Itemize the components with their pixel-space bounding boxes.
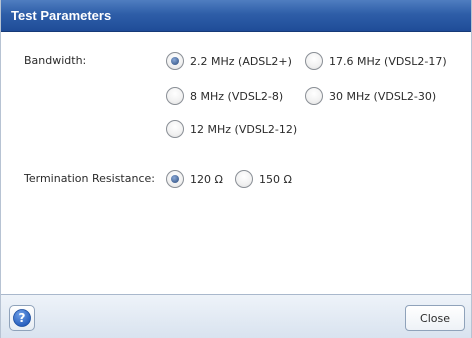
radio-label: 17.6 MHz (VDSL2-17)	[329, 54, 447, 68]
close-button[interactable]: Close	[405, 305, 465, 331]
radio-label: 120 Ω	[190, 172, 223, 186]
bandwidth-option-12mhz[interactable]: 12 MHz (VDSL2-12)	[166, 120, 297, 138]
radio-selected-icon	[166, 170, 184, 188]
radio-label: 12 MHz (VDSL2-12)	[190, 122, 298, 136]
dialog-title: Test Parameters	[11, 8, 112, 23]
radio-label: 30 MHz (VDSL2-30)	[329, 89, 437, 103]
radio-unselected-icon	[235, 170, 253, 188]
title-bar: Test Parameters	[1, 0, 471, 32]
radio-label: 8 MHz (VDSL2-8)	[190, 89, 284, 103]
termination-option-120[interactable]: 120 Ω	[166, 170, 223, 188]
termination-option-150[interactable]: 150 Ω	[235, 170, 292, 188]
svg-text:?: ?	[19, 311, 26, 325]
radio-unselected-icon	[166, 87, 184, 105]
termination-label: Termination Resistance:	[24, 172, 155, 185]
bandwidth-option-2-2mhz[interactable]: 2.2 MHz (ADSL2+)	[166, 52, 292, 70]
help-button[interactable]: ?	[9, 305, 35, 331]
radio-selected-icon	[166, 52, 184, 70]
bandwidth-option-17-6mhz[interactable]: 17.6 MHz (VDSL2-17)	[305, 52, 447, 70]
test-parameters-dialog: Test Parameters Bandwidth: 2.2 MHz (ADSL…	[0, 0, 472, 338]
radio-unselected-icon	[305, 87, 323, 105]
dialog-footer: ? Close	[1, 294, 471, 338]
bandwidth-option-8mhz[interactable]: 8 MHz (VDSL2-8)	[166, 87, 283, 105]
radio-label: 150 Ω	[259, 172, 292, 186]
radio-label: 2.2 MHz (ADSL2+)	[190, 54, 292, 68]
help-icon: ?	[13, 309, 31, 327]
dialog-content: Bandwidth: 2.2 MHz (ADSL2+) 17.6 MHz (VD…	[1, 32, 471, 294]
bandwidth-option-30mhz[interactable]: 30 MHz (VDSL2-30)	[305, 87, 436, 105]
radio-unselected-icon	[305, 52, 323, 70]
bandwidth-label: Bandwidth:	[24, 54, 87, 67]
radio-unselected-icon	[166, 120, 184, 138]
